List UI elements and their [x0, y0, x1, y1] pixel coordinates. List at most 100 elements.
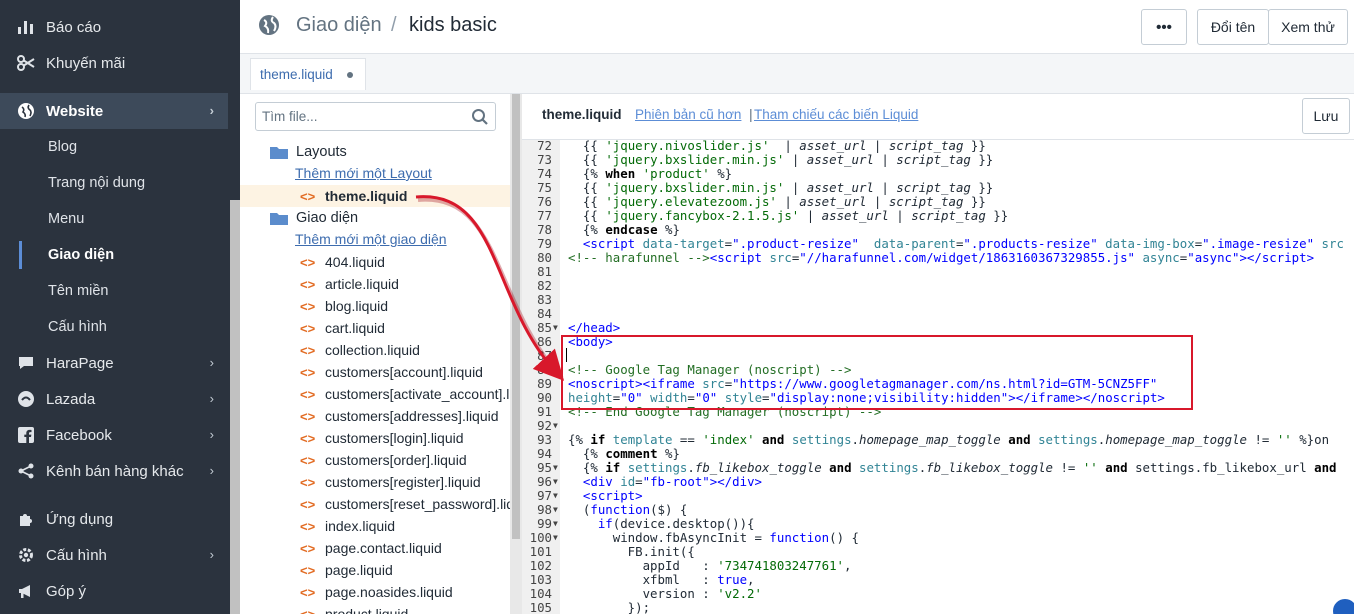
- sidebar-item-label: HaraPage: [46, 354, 114, 372]
- code-line[interactable]: 100 ▼ window.fbAsyncInit = function() {: [522, 531, 1354, 545]
- file-list-item[interactable]: <> customers[activate_account].liquid: [240, 383, 510, 405]
- code-line[interactable]: 84: [522, 307, 1354, 321]
- code-line[interactable]: 99 ▼ if(device.desktop()){: [522, 517, 1354, 531]
- file-list-item[interactable]: <> collection.liquid: [240, 339, 510, 361]
- add-layout-link[interactable]: Thêm mới một Layout: [295, 165, 432, 181]
- preview-button[interactable]: Xem thử: [1268, 9, 1348, 45]
- sidebar-sub-domains[interactable]: Tên miền: [0, 273, 228, 309]
- sidebar-sub-label: Cấu hình: [48, 319, 107, 335]
- fold-arrow-icon[interactable]: ▼: [553, 461, 558, 475]
- code-text: if(device.desktop()){: [597, 516, 755, 531]
- file-list-item[interactable]: <> customers[reset_password].liquid: [240, 493, 510, 515]
- sidebar-item-settings[interactable]: Cấu hình ›: [0, 537, 228, 573]
- sidebar-item-facebook[interactable]: Facebook ›: [0, 417, 228, 453]
- scrollbar-thumb[interactable]: [512, 94, 520, 539]
- line-number: 102: [529, 558, 552, 573]
- editor-header: theme.liquid Phiên bản cũ hơn | Tham chi…: [522, 94, 1354, 140]
- code-text: {% when 'product' %}: [568, 166, 733, 181]
- code-line[interactable]: 79 <script data-target=".product-resize"…: [522, 237, 1354, 251]
- code-line[interactable]: 77 {{ 'jquery.fancybox-2.1.5.js' | asset…: [522, 209, 1354, 223]
- file-browser-scrollbar[interactable]: [510, 94, 522, 614]
- file-list-item[interactable]: <> article.liquid: [240, 273, 510, 295]
- chevron-right-icon: ›: [209, 463, 214, 478]
- save-button[interactable]: Lưu: [1302, 98, 1350, 134]
- fold-arrow-icon[interactable]: ▼: [553, 489, 558, 503]
- folder-layouts[interactable]: Layouts: [270, 142, 347, 162]
- code-line[interactable]: 97 ▼ <script>: [522, 489, 1354, 503]
- sidebar-sub-settings[interactable]: Cấu hình: [0, 309, 228, 345]
- chevron-right-icon: ›: [209, 547, 214, 562]
- code-line[interactable]: 82: [522, 279, 1354, 293]
- code-line[interactable]: 96 ▼ <div id="fb-root"></div>: [522, 475, 1354, 489]
- code-line[interactable]: 85 ▼ </head>: [522, 321, 1354, 335]
- sidebar-item-label: Báo cáo: [46, 18, 102, 36]
- facebook-icon: [16, 425, 36, 445]
- fold-arrow-icon[interactable]: ▼: [553, 503, 558, 517]
- code-line[interactable]: 98 ▼ (function($) {: [522, 503, 1354, 517]
- sidebar-item-promotions[interactable]: Khuyến mãi: [0, 45, 228, 81]
- file-list-item[interactable]: <> page.liquid: [240, 559, 510, 581]
- code-line[interactable]: 95 ▼ {% if settings.fb_likebox_toggle and…: [522, 461, 1354, 475]
- fold-arrow-icon[interactable]: ▼: [553, 517, 558, 531]
- code-line[interactable]: 81: [522, 265, 1354, 279]
- sidebar-sub-blog[interactable]: Blog: [0, 129, 228, 165]
- sidebar-sub-menu[interactable]: Menu: [0, 201, 228, 237]
- file-list-item[interactable]: <> 404.liquid: [240, 251, 510, 273]
- breadcrumb-section[interactable]: Giao diện: [296, 14, 382, 37]
- code-text: <!-- harafunnel --><script src="//harafu…: [568, 250, 1315, 265]
- code-line[interactable]: 75 {{ 'jquery.bxslider.min.js' | asset_u…: [522, 181, 1354, 195]
- fold-arrow-icon[interactable]: ▼: [553, 531, 558, 545]
- file-name: customers[account].liquid: [325, 364, 483, 380]
- sidebar-item-feedback[interactable]: Góp ý: [0, 573, 228, 609]
- rename-button[interactable]: Đổi tên: [1197, 9, 1269, 45]
- file-search-input[interactable]: [256, 103, 466, 130]
- sidebar-item-lazada[interactable]: Lazada ›: [0, 381, 228, 417]
- sidebar-item-website[interactable]: Website ›: [0, 93, 228, 129]
- code-line[interactable]: 73 {{ 'jquery.bxslider.min.js' | asset_u…: [522, 153, 1354, 167]
- code-line[interactable]: 101 FB.init({: [522, 545, 1354, 559]
- file-list-item[interactable]: <> page.noasides.liquid: [240, 581, 510, 603]
- sidebar-item-apps[interactable]: Ứng dụng: [0, 501, 228, 537]
- tab-theme-liquid[interactable]: theme.liquid: [250, 58, 366, 90]
- search-icon[interactable]: [471, 108, 489, 126]
- code-line[interactable]: 102 appId : '734741803247761',: [522, 559, 1354, 573]
- code-line[interactable]: 93 {% if template == 'index' and settings…: [522, 433, 1354, 447]
- more-actions-button[interactable]: •••: [1141, 9, 1187, 45]
- sidebar-item-harapage[interactable]: HaraPage ›: [0, 345, 228, 381]
- file-list-item[interactable]: <> customers[login].liquid: [240, 427, 510, 449]
- sidebar-item-reports[interactable]: Báo cáo: [0, 9, 228, 45]
- code-line[interactable]: 104 version : 'v2.2': [522, 587, 1354, 601]
- fold-arrow-icon[interactable]: ▼: [553, 475, 558, 489]
- fold-arrow-icon[interactable]: ▼: [553, 321, 558, 335]
- sidebar-item-other-channels[interactable]: Kênh bán hàng khác ›: [0, 453, 228, 489]
- chat-bubble-icon: [16, 353, 36, 373]
- code-line[interactable]: 83: [522, 293, 1354, 307]
- code-line[interactable]: 105 });: [522, 601, 1354, 614]
- file-list-item[interactable]: <> customers[order].liquid: [240, 449, 510, 471]
- code-line[interactable]: 92 ▼: [522, 419, 1354, 433]
- sidebar-sub-themes[interactable]: Giao diện: [0, 237, 228, 273]
- file-list-item[interactable]: <> index.liquid: [240, 515, 510, 537]
- code-line[interactable]: 76 {{ 'jquery.elevatezoom.js' | asset_ur…: [522, 195, 1354, 209]
- old-versions-link[interactable]: Phiên bản cũ hơn: [635, 107, 741, 122]
- file-list-item[interactable]: <> customers[addresses].liquid: [240, 405, 510, 427]
- fold-arrow-icon[interactable]: ▼: [553, 419, 558, 433]
- code-line[interactable]: 103 xfbml : true,: [522, 573, 1354, 587]
- file-list-item[interactable]: <> customers[register].liquid: [240, 471, 510, 493]
- page-header: Giao diện / kids basic ••• Đổi tên Xem t…: [240, 0, 1354, 54]
- code-line[interactable]: 78 {% endcase %}: [522, 223, 1354, 237]
- file-list-item[interactable]: <> page.contact.liquid: [240, 537, 510, 559]
- add-template-link[interactable]: Thêm mới một giao diện: [295, 231, 447, 247]
- file-theme-liquid[interactable]: <> theme.liquid: [240, 185, 510, 207]
- folder-templates[interactable]: Giao diện: [270, 208, 358, 228]
- sidebar-sub-pages[interactable]: Trang nội dung: [0, 165, 228, 201]
- liquid-variables-link[interactable]: Tham chiếu các biến Liquid: [754, 107, 918, 122]
- file-list-item[interactable]: <> cart.liquid: [240, 317, 510, 339]
- sidebar-scrollbar[interactable]: [230, 200, 240, 614]
- file-list-item[interactable]: <> blog.liquid: [240, 295, 510, 317]
- code-line[interactable]: 80 <!-- harafunnel --><script src="//hara…: [522, 251, 1354, 265]
- code-line[interactable]: 74 {% when 'product' %}: [522, 167, 1354, 181]
- code-line[interactable]: 94 {% comment %}: [522, 447, 1354, 461]
- file-list-item[interactable]: <> customers[account].liquid: [240, 361, 510, 383]
- file-list-item[interactable]: <> product.liquid: [240, 603, 510, 614]
